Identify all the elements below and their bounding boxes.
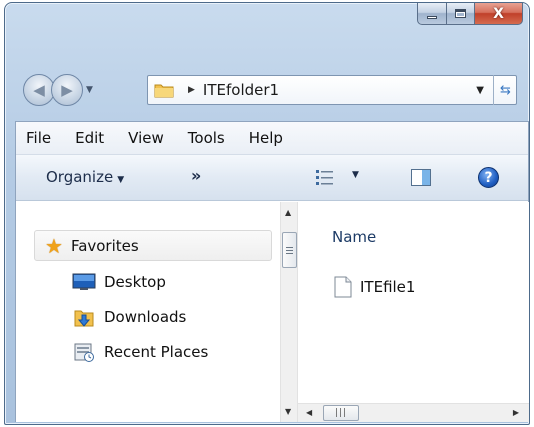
scrollbar-thumb[interactable] xyxy=(282,232,297,268)
menu-help[interactable]: Help xyxy=(249,129,283,147)
nav-item-desktop[interactable]: Desktop xyxy=(72,267,166,297)
command-bar: Organize ▼ » ▼ ? xyxy=(16,155,528,201)
nav-item-downloads[interactable]: Downloads xyxy=(72,302,186,332)
back-arrow-icon: ◀ xyxy=(33,81,45,99)
window-frame: X ◀ ▶ ▼ ▶ ITEfolder1 ▼ ⇆ File Edit View … xyxy=(4,2,530,425)
nav-item-label: Favorites xyxy=(70,236,139,255)
refresh-button[interactable]: ⇆ xyxy=(493,75,517,105)
folder-icon xyxy=(154,84,174,98)
file-item[interactable]: ITEfile1 xyxy=(334,276,415,298)
menu-edit[interactable]: Edit xyxy=(75,129,104,147)
nav-item-label: Downloads xyxy=(104,308,187,326)
file-list-scrollbar[interactable]: ◀ ||| ▶ xyxy=(298,403,529,422)
file-icon xyxy=(334,276,352,298)
nav-item-label: Desktop xyxy=(104,273,166,291)
close-icon: X xyxy=(493,5,504,22)
chevron-down-icon[interactable]: ▼ xyxy=(86,85,93,95)
views-dropdown-icon[interactable]: ▼ xyxy=(352,170,359,180)
more-commands-button[interactable]: » xyxy=(191,166,201,185)
desktop-icon xyxy=(72,272,96,292)
chevron-down-icon: ▼ xyxy=(117,175,125,185)
help-icon[interactable]: ? xyxy=(478,167,499,188)
scroll-right-icon[interactable]: ▶ xyxy=(513,408,519,417)
scroll-down-icon[interactable]: ▼ xyxy=(285,407,291,416)
scroll-up-icon[interactable]: ▲ xyxy=(285,208,291,217)
address-bar[interactable]: ▶ ITEfolder1 ▼ ⇆ xyxy=(147,75,517,105)
menu-view[interactable]: View xyxy=(128,129,164,147)
navigation-buttons: ◀ ▶ ▼ xyxy=(23,73,93,107)
scrollbar-thumb[interactable]: ||| xyxy=(323,405,359,421)
nav-item-favorites[interactable]: ★ Favorites xyxy=(34,230,272,261)
views-icon[interactable] xyxy=(316,170,334,185)
menu-file[interactable]: File xyxy=(26,129,51,147)
star-icon: ★ xyxy=(45,233,63,258)
navigation-pane-scrollbar[interactable]: ▲ ▼ xyxy=(280,202,298,422)
breadcrumb-separator-icon[interactable]: ▶ xyxy=(188,85,195,95)
scroll-left-icon[interactable]: ◀ xyxy=(306,408,312,417)
maximize-icon xyxy=(455,9,466,18)
minimize-icon xyxy=(427,15,437,19)
maximize-button[interactable] xyxy=(447,3,475,25)
nav-item-label: Recent Places xyxy=(104,343,209,361)
minimize-button[interactable] xyxy=(417,3,447,25)
address-path[interactable]: ITEfolder1 xyxy=(203,81,279,99)
file-name: ITEfile1 xyxy=(360,278,416,296)
recent-places-icon xyxy=(72,342,96,362)
nav-item-recent-places[interactable]: Recent Places xyxy=(72,337,208,367)
preview-pane-icon[interactable] xyxy=(411,169,431,186)
close-button[interactable]: X xyxy=(475,3,523,25)
menu-tools[interactable]: Tools xyxy=(188,129,225,147)
navigation-pane: ★ Favorites Desktop Downloads Recent Pla… xyxy=(16,202,280,422)
refresh-icon: ⇆ xyxy=(500,82,511,98)
organize-label: Organize xyxy=(46,168,114,186)
organize-button[interactable]: Organize ▼ xyxy=(46,168,124,186)
help-glyph: ? xyxy=(484,169,493,186)
explorer-client-area: File Edit View Tools Help Organize ▼ » ▼ … xyxy=(15,121,529,422)
menu-bar: File Edit View Tools Help xyxy=(16,122,528,155)
address-dropdown-icon[interactable]: ▼ xyxy=(476,85,484,96)
caption-buttons: X xyxy=(417,3,523,25)
forward-arrow-icon: ▶ xyxy=(61,81,73,99)
forward-button[interactable]: ▶ xyxy=(51,74,83,106)
downloads-icon xyxy=(72,307,96,327)
file-list-pane: Name ITEfile1 xyxy=(298,202,529,422)
column-header-name[interactable]: Name xyxy=(332,228,376,246)
